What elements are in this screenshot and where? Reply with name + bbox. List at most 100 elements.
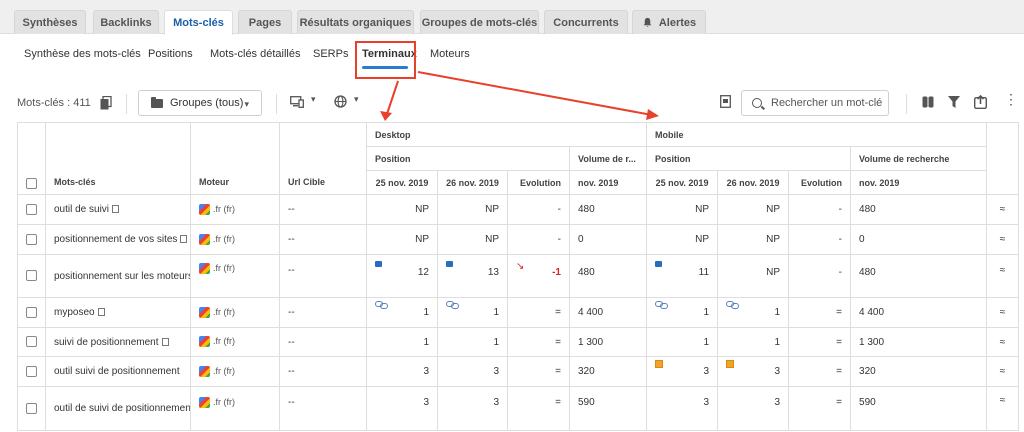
header-desktop-date1[interactable]: 25 nov. 2019 (366, 170, 438, 195)
keyword-search-input[interactable] (771, 97, 886, 109)
header-keywords[interactable]: Mots-clés (45, 122, 191, 195)
tab-pages[interactable]: Pages (238, 10, 292, 34)
header-target-url[interactable]: Url Cible (279, 122, 367, 195)
desktop-evolution: = (507, 356, 570, 387)
export-doc-icon[interactable] (720, 95, 731, 108)
row-select-cell (17, 356, 46, 387)
header-desktop-volume[interactable]: Volume de r... (568, 146, 648, 171)
desktop-volume: 4 400 (568, 297, 648, 328)
header-mobile-date2[interactable]: 26 nov. 2019 (717, 170, 790, 195)
globe-icon[interactable] (334, 95, 347, 108)
keyword-text[interactable]: positionnement sur les moteurs (54, 271, 190, 282)
table-row: positionnement de vos sites .fr (fr) -- … (17, 224, 1020, 255)
trend-icon[interactable]: ≈ (986, 194, 1020, 225)
tab-label: Résultats organiques (299, 16, 412, 29)
trend-icon[interactable]: ≈ (986, 327, 1020, 357)
header-desktop-evolution[interactable]: Evolution (507, 170, 570, 195)
row-checkbox[interactable] (26, 270, 37, 282)
google-icon (199, 365, 210, 377)
header-desktop-month[interactable]: nov. 2019 (568, 170, 648, 195)
keyword-text[interactable]: myposeo (54, 307, 95, 318)
header-desktop-date2[interactable]: 26 nov. 2019 (437, 170, 508, 195)
mobile-evolution: = (788, 297, 852, 328)
tab-concurrents[interactable]: Concurrents (544, 10, 628, 34)
sitelinks-icon (655, 301, 669, 309)
keyword-cell: outil suivi de positionnement (45, 356, 191, 387)
desktop-position-1-value: 1 (423, 307, 429, 318)
tab-groupes-mots-cles[interactable]: Groupes de mots-clés (420, 10, 539, 34)
keyword-text[interactable]: positionnement de vos sites (54, 234, 177, 245)
row-select-cell (17, 254, 46, 298)
export-icon[interactable] (974, 95, 987, 109)
target-url-cell: -- (279, 194, 367, 225)
desktop-volume: 480 (568, 254, 648, 298)
document-icon[interactable] (161, 337, 169, 346)
mobile-position-1: 1 (646, 297, 719, 328)
copy-icon[interactable] (100, 96, 112, 110)
row-checkbox[interactable] (26, 365, 37, 377)
header-mobile-date1[interactable]: 25 nov. 2019 (646, 170, 719, 195)
desktop-volume: 0 (568, 224, 648, 255)
desktop-position-1: 12 (366, 254, 438, 298)
table-row: positionnement sur les moteurs .fr (fr) … (17, 254, 1020, 298)
keyword-search[interactable] (741, 90, 889, 116)
header-mobile-volume[interactable]: Volume de recherche (850, 146, 988, 171)
keyword-text[interactable]: outil de suivi de positionnement (54, 403, 190, 414)
devices-icon[interactable] (290, 96, 304, 108)
mobile-volume: 320 (850, 356, 988, 387)
keyword-text[interactable]: suivi de positionnement (54, 337, 159, 348)
trend-icon[interactable]: ≈ (986, 254, 1020, 298)
keyword-cell: suivi de positionnement (45, 327, 191, 357)
subtab-moteurs[interactable]: Moteurs (430, 48, 470, 60)
trend-icon[interactable]: ≈ (986, 356, 1020, 387)
tab-backlinks[interactable]: Backlinks (93, 10, 159, 34)
chevron-down-icon: ▾ (244, 99, 249, 109)
document-icon[interactable] (180, 235, 188, 243)
mobile-position-2: NP (717, 254, 790, 298)
mobile-position-1: 3 (646, 356, 719, 387)
header-engine[interactable]: Moteur (190, 122, 280, 195)
image-icon (655, 360, 664, 368)
desktop-evolution: = (507, 297, 570, 328)
trend-icon[interactable]: ≈ (986, 386, 1020, 431)
filter-icon[interactable] (948, 96, 960, 108)
row-checkbox[interactable] (26, 306, 37, 318)
row-select-cell (17, 386, 46, 431)
tab-mots-cles[interactable]: Mots-clés (164, 10, 233, 35)
columns-icon[interactable] (922, 96, 934, 108)
groups-dropdown[interactable]: Groupes (tous) ▾ (138, 90, 262, 116)
tab-syntheses[interactable]: Synthèses (14, 10, 86, 34)
trend-icon[interactable]: ≈ (986, 297, 1020, 328)
subtab-serps[interactable]: SERPs (313, 48, 348, 60)
subtab-synthese-mots-cles[interactable]: Synthèse des mots-clés (24, 48, 141, 60)
header-mobile-evolution[interactable]: Evolution (788, 170, 852, 195)
subtab-positions[interactable]: Positions (148, 48, 193, 60)
keyword-cell: positionnement sur les moteurs (45, 254, 191, 298)
row-checkbox[interactable] (26, 233, 37, 245)
chevron-down-icon[interactable]: ▾ (354, 94, 359, 105)
engine-text: .fr (fr) (213, 204, 235, 215)
mobile-position-1: NP (646, 194, 719, 225)
tab-alertes[interactable]: Alertes (632, 10, 706, 34)
header-mobile-month[interactable]: nov. 2019 (850, 170, 988, 195)
camera-icon (655, 261, 663, 267)
tab-resultats-organiques[interactable]: Résultats organiques (297, 10, 414, 34)
target-url-cell: -- (279, 297, 367, 328)
google-icon (199, 233, 210, 245)
select-all-checkbox[interactable] (26, 178, 37, 189)
more-vertical-icon[interactable]: ⋮ (1004, 92, 1018, 106)
trend-icon[interactable]: ≈ (986, 224, 1020, 255)
document-icon[interactable] (112, 205, 120, 213)
chevron-down-icon[interactable]: ▾ (311, 94, 316, 105)
row-checkbox[interactable] (26, 336, 37, 348)
row-checkbox[interactable] (26, 402, 37, 414)
keyword-text[interactable]: outil de suivi (54, 204, 109, 215)
document-icon[interactable] (97, 308, 105, 316)
subtab-mots-cles-detailles[interactable]: Mots-clés détaillés (210, 48, 300, 60)
sitelinks-icon (726, 301, 740, 309)
tab-label: Pages (248, 16, 282, 29)
row-select-cell (17, 297, 46, 328)
mobile-evolution: - (788, 254, 852, 298)
keyword-text[interactable]: outil suivi de positionnement (54, 366, 180, 377)
row-checkbox[interactable] (26, 203, 37, 215)
